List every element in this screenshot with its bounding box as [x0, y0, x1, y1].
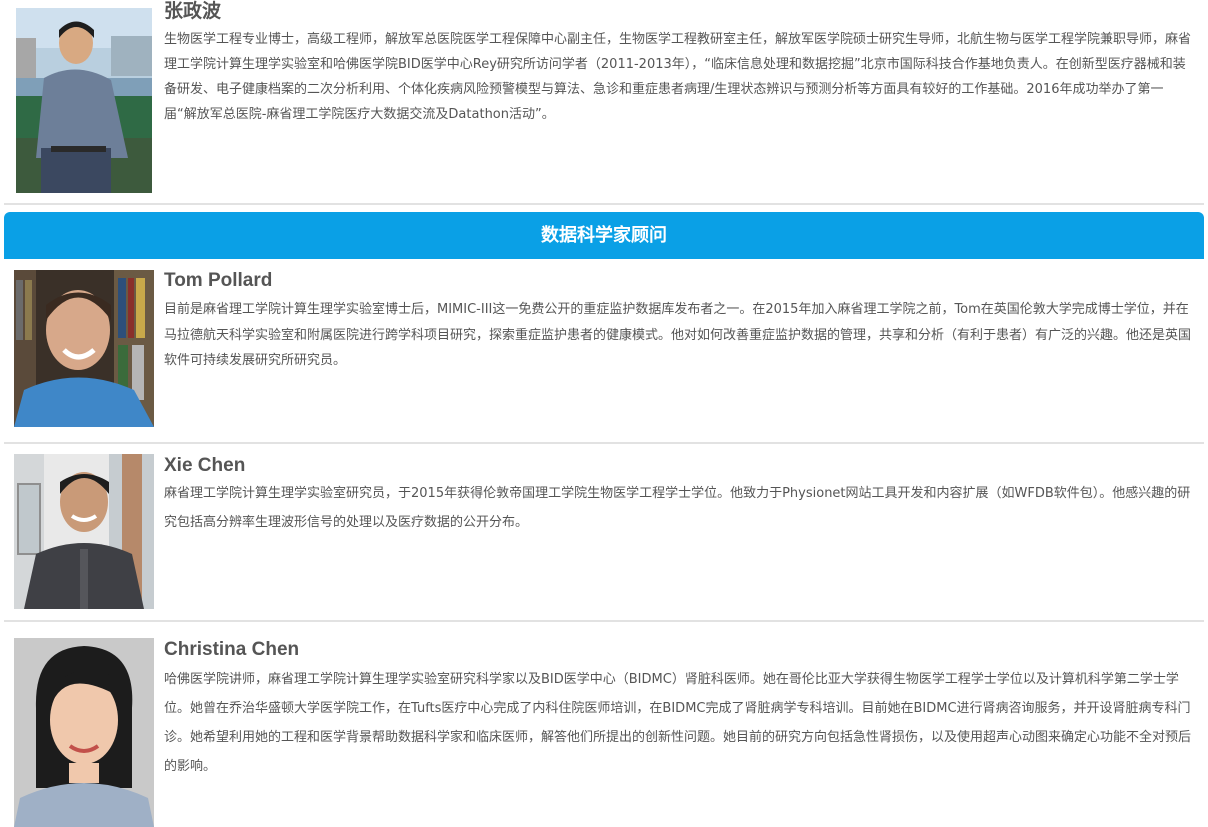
profile-photo: [14, 638, 154, 827]
profile-name: Christina Chen: [164, 639, 300, 660]
divider: [4, 620, 1204, 622]
profile-name: Xie Chen: [164, 455, 246, 476]
profile-bio: 麻省理工学院计算生理学实验室研究员，于2015年获得伦敦帝国理工学院生物医学工程…: [164, 486, 1191, 530]
profile-bio: 目前是麻省理工学院计算生理学实验室博士后，MIMIC-III这一免费公开的重症监…: [164, 302, 1192, 368]
profile-card: 张政波 生物医学工程专业博士，高级工程师，解放军总医院医学工程保障中心副主任，生…: [0, 0, 1208, 200]
profile-photo: [14, 270, 154, 427]
profile-name: 张政波: [164, 1, 222, 22]
section-header: 数据科学家顾问: [4, 212, 1204, 259]
profile-photo: [14, 454, 154, 609]
profile-card: Xie Chen 麻省理工学院计算生理学实验室研究员，于2015年获得伦敦帝国理…: [0, 452, 1208, 612]
profile-bio: 哈佛医学院讲师，麻省理工学院计算生理学实验室研究科学家以及BID医学中心（BID…: [164, 672, 1192, 774]
divider: [4, 442, 1204, 444]
profile-card: Christina Chen 哈佛医学院讲师，麻省理工学院计算生理学实验室研究科…: [0, 634, 1208, 827]
divider: [4, 203, 1204, 205]
profile-card: Tom Pollard 目前是麻省理工学院计算生理学实验室博士后，MIMIC-I…: [0, 266, 1208, 436]
profile-photo: [16, 8, 152, 193]
profile-name: Tom Pollard: [164, 270, 273, 291]
profile-bio: 生物医学工程专业博士，高级工程师，解放军总医院医学工程保障中心副主任，生物医学工…: [164, 32, 1192, 122]
